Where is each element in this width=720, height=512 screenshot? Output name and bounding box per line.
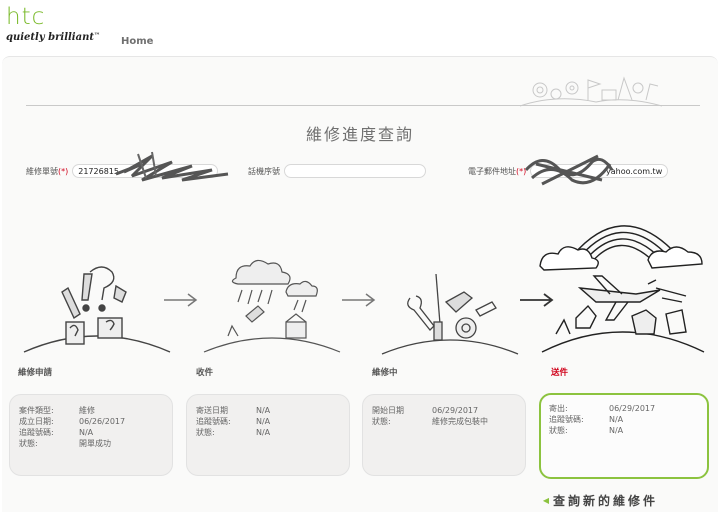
htc-logo[interactable]: htc	[6, 4, 100, 30]
info-row: 追蹤號碼: N/A	[196, 417, 271, 426]
redaction-scribble	[115, 151, 229, 182]
info-row: 成立日期: 06/26/2017	[19, 417, 126, 426]
stage-label-request: 維修申請	[18, 368, 53, 378]
info-row: 開始日期 06/29/2017	[372, 406, 479, 415]
redaction-scribble	[524, 154, 614, 186]
repair-number-label: 維修單號	[26, 166, 58, 176]
info-row: 狀態: N/A	[196, 428, 271, 437]
htc-brand[interactable]: htc quietly brilliant™	[6, 4, 100, 43]
new-query-link[interactable]: ◀ 查詢新的維修件	[543, 492, 658, 509]
info-row: 追蹤號碼: N/A	[549, 415, 624, 424]
stage-label-repairing: 維修中	[372, 368, 398, 378]
stage-card-receive: 寄送日期 N/A 追蹤號碼: N/A 狀態: N/A	[186, 394, 350, 476]
stage-card-repairing: 開始日期 06/29/2017 狀態: 維修完成包裝中	[362, 394, 526, 476]
info-row: 寄出: 06/29/2017	[549, 404, 656, 413]
serial-number-label: 話機序號	[248, 166, 280, 176]
info-row: 追蹤號碼: N/A	[19, 428, 94, 437]
repairing-illustration	[381, 273, 519, 355]
info-row: 狀態: 維修完成包裝中	[372, 417, 488, 426]
required-mark: (*)	[58, 166, 69, 176]
brand-tagline: quietly brilliant™	[6, 32, 100, 43]
gears-sketch-icon	[519, 76, 663, 107]
email-label: 電子郵件地址	[468, 166, 516, 176]
stage-card-ship-out: 寄出: 06/29/2017 追蹤號碼: N/A 狀態: N/A	[539, 393, 709, 479]
stage-card-request: 案件類型: 維修 成立日期: 06/26/2017 追蹤號碼: N/A 狀態: 開單成功	[9, 394, 173, 476]
serial-number-input[interactable]	[284, 164, 426, 178]
nav-home-link[interactable]: Home	[121, 36, 153, 47]
info-row: 案件類型: 維修	[19, 406, 95, 415]
info-row: 狀態: N/A	[549, 426, 624, 435]
repair-request-illustration	[23, 266, 171, 353]
receive-illustration	[203, 259, 341, 353]
stage-label-ship-out: 送件	[551, 368, 569, 378]
ship-out-illustration	[539, 225, 705, 353]
arrow-right-icon	[342, 293, 376, 307]
arrow-right-icon	[164, 293, 198, 307]
info-row: 狀態: 開單成功	[19, 439, 111, 448]
triangle-left-icon: ◀	[542, 496, 549, 505]
info-row: 寄送日期 N/A	[196, 406, 271, 415]
page-title: 維修進度查詢	[305, 125, 414, 144]
stage-label-receive: 收件	[196, 368, 214, 378]
serial-number-field: 話機序號	[248, 164, 426, 178]
new-query-label[interactable]: 查詢新的維修件	[553, 492, 658, 509]
